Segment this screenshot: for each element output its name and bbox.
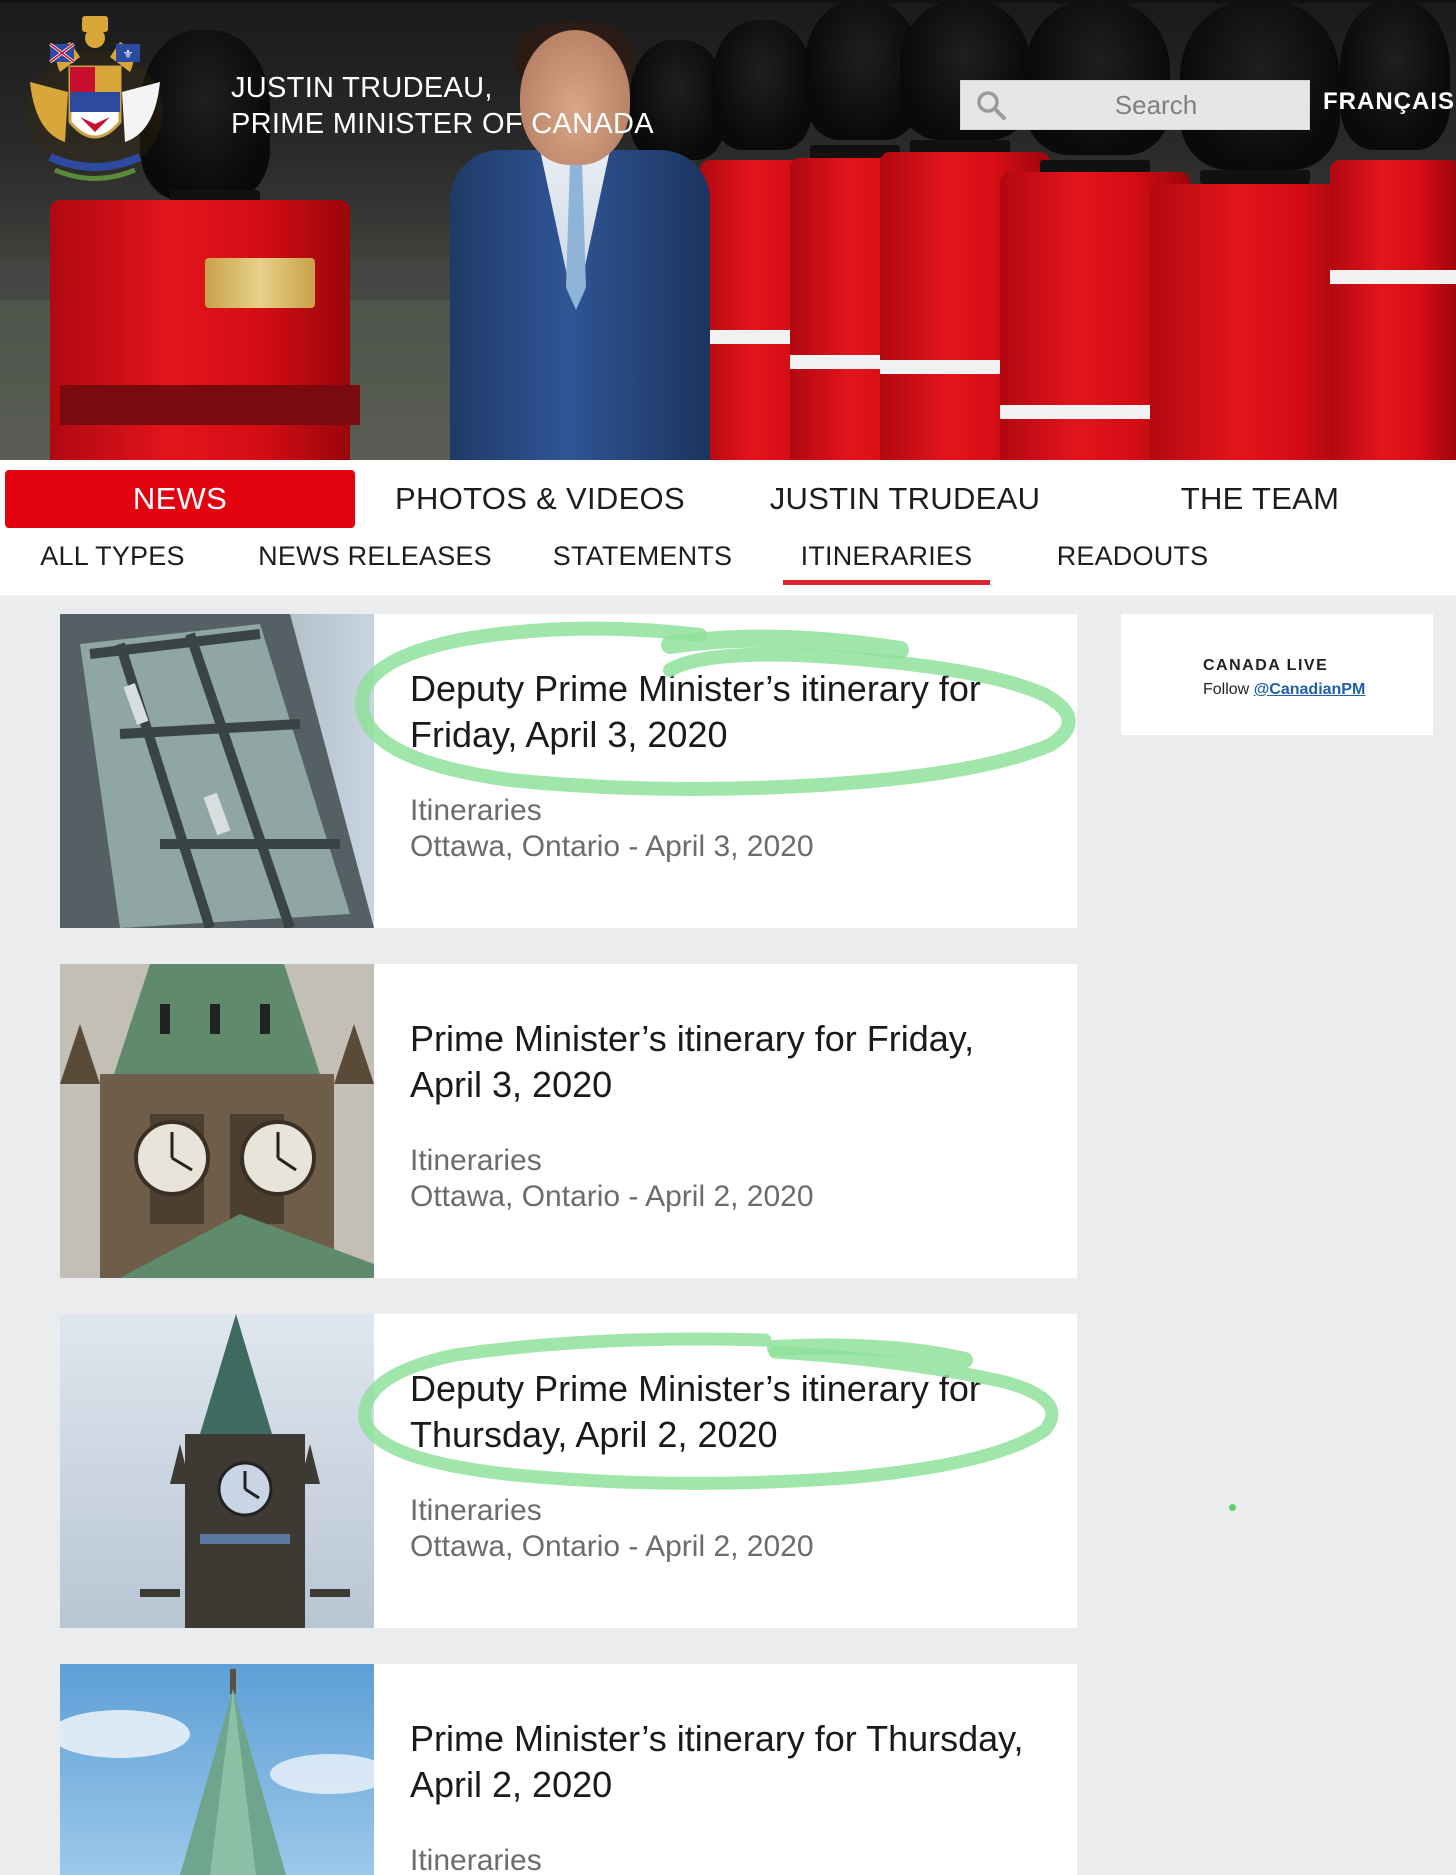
language-toggle-link[interactable]: FRANÇAIS — [1323, 88, 1455, 116]
card-location-date: Ottawa, Ontario - April 3, 2020 — [410, 830, 814, 863]
hero-banner: ⚜ JUSTIN TRUDEAU, PRIME MINISTER OF CANA… — [0, 0, 1456, 460]
main-navigation: NEWS PHOTOS & VIDEOS JUSTIN TRUDEAU THE … — [0, 460, 1456, 595]
card-title[interactable]: Deputy Prime Minister’s itinerary for Th… — [410, 1366, 1050, 1458]
site-title-line1: JUSTIN TRUDEAU, — [231, 72, 493, 104]
coat-of-arms-logo[interactable]: ⚜ — [20, 12, 170, 192]
card-category: Itineraries — [410, 794, 542, 827]
nav-tab-justin-trudeau[interactable]: JUSTIN TRUDEAU — [750, 470, 1060, 528]
nav-tab-the-team[interactable]: THE TEAM — [1120, 470, 1400, 528]
subnav-statements[interactable]: STATEMENTS — [545, 536, 740, 576]
search-box[interactable] — [960, 80, 1310, 130]
canada-live-label: CANADA LIVE — [1203, 657, 1329, 674]
green-dot-mark — [1229, 1504, 1236, 1511]
follow-prefix: Follow — [1203, 681, 1254, 698]
card-title[interactable]: Prime Minister’s itinerary for Friday, A… — [410, 1016, 1050, 1108]
canada-live-widget: CANADA LIVE Follow @CanadianPM — [1121, 614, 1433, 735]
guard-figure — [1150, 0, 1360, 460]
card-thumbnail[interactable] — [60, 614, 374, 928]
site-title[interactable]: JUSTIN TRUDEAU, PRIME MINISTER OF CANADA — [231, 70, 654, 142]
active-subnav-underline — [783, 580, 990, 585]
news-card[interactable]: Prime Minister’s itinerary for Friday, A… — [60, 964, 1077, 1278]
subnav-readouts[interactable]: READOUTS — [1040, 536, 1225, 576]
nav-tab-photos-videos[interactable]: PHOTOS & VIDEOS — [380, 470, 700, 528]
card-location-date: Ottawa, Ontario - April 2, 2020 — [410, 1530, 814, 1563]
nav-tab-news[interactable]: NEWS — [5, 470, 355, 528]
news-card[interactable]: Deputy Prime Minister’s itinerary for Fr… — [60, 614, 1077, 928]
subnav-news-releases[interactable]: NEWS RELEASES — [255, 536, 495, 576]
news-card[interactable]: Deputy Prime Minister’s itinerary for Th… — [60, 1314, 1077, 1628]
card-location-date: Ottawa, Ontario - April 2, 2020 — [410, 1180, 814, 1213]
search-input[interactable] — [1021, 89, 1291, 121]
news-card[interactable]: Prime Minister’s itinerary for Thursday,… — [60, 1664, 1077, 1875]
card-category: Itineraries — [410, 1844, 542, 1875]
card-title[interactable]: Deputy Prime Minister’s itinerary for Fr… — [410, 666, 1050, 758]
card-thumbnail[interactable] — [60, 1664, 374, 1875]
svg-text:⚜: ⚜ — [123, 47, 134, 61]
card-thumbnail[interactable] — [60, 1314, 374, 1628]
search-icon[interactable] — [961, 80, 1021, 130]
follow-text: Follow @CanadianPM — [1203, 681, 1365, 699]
subnav-all-types[interactable]: ALL TYPES — [20, 536, 205, 576]
card-category: Itineraries — [410, 1494, 542, 1527]
card-category: Itineraries — [410, 1144, 542, 1177]
twitter-handle-link[interactable]: @CanadianPM — [1254, 681, 1366, 698]
card-title[interactable]: Prime Minister’s itinerary for Thursday,… — [410, 1716, 1050, 1808]
guard-figure — [1330, 0, 1456, 460]
subnav-itineraries[interactable]: ITINERARIES — [783, 536, 990, 576]
card-thumbnail[interactable] — [60, 964, 374, 1278]
site-title-line2: PRIME MINISTER OF CANADA — [231, 108, 654, 140]
